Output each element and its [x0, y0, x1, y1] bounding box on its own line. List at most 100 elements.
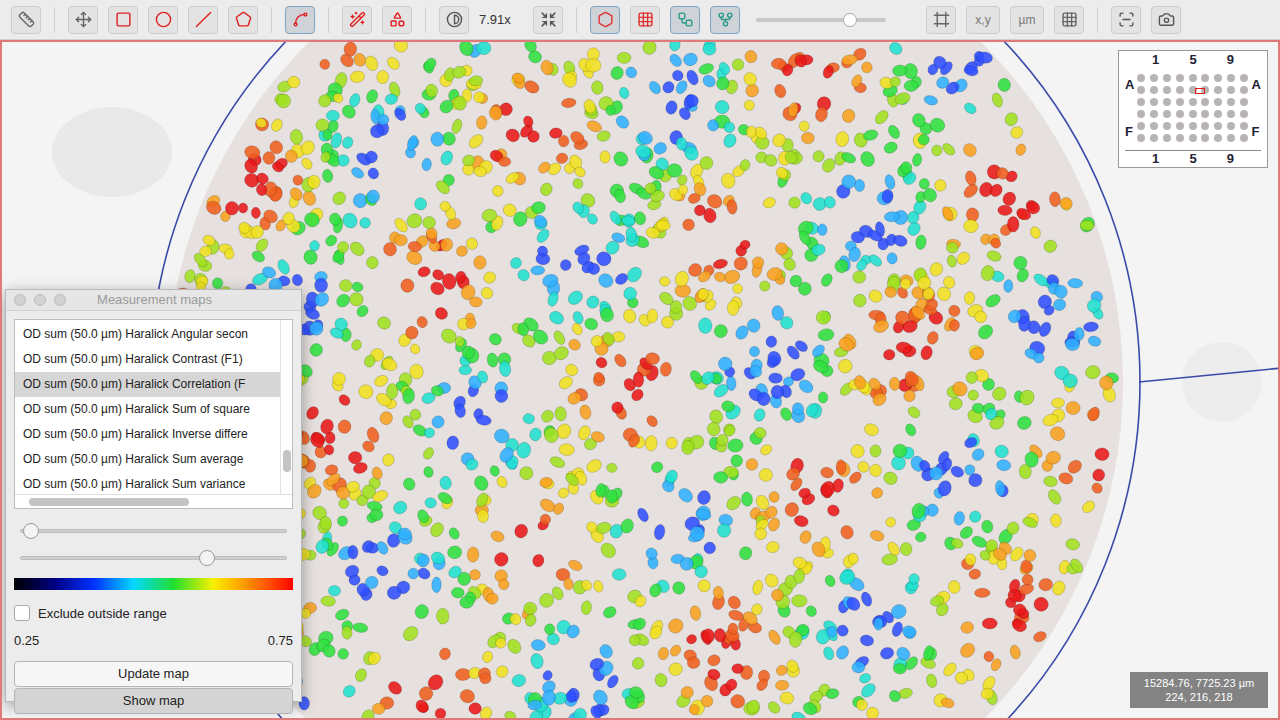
cursor-info: 15284.76, 7725.23 µm224, 216, 218: [1130, 672, 1268, 708]
toolbar-separator: [54, 7, 55, 33]
extra-button[interactable]: [1111, 6, 1141, 34]
tma-core: [1240, 98, 1248, 106]
toolbar-separator: [425, 7, 426, 33]
min-slider[interactable]: [20, 523, 287, 539]
view-button[interactable]: µm: [1010, 6, 1044, 34]
window-title-bar[interactable]: Measurement maps: [6, 290, 301, 311]
overlay-icon: [597, 11, 614, 28]
overview-label: 1: [1152, 53, 1159, 66]
tool-button[interactable]: [108, 6, 138, 34]
tma-core: [1189, 122, 1197, 130]
vertical-scrollbar[interactable]: [280, 320, 292, 494]
tma-core: [1150, 122, 1158, 130]
view-button[interactable]: x,y: [966, 6, 1000, 34]
qupath-app: 7.91xx,yµm159AFAF159Measurement mapsOD s…: [0, 0, 1280, 720]
overlay-toggle-button[interactable]: [590, 6, 620, 34]
tma-core: [1227, 134, 1235, 142]
measurement-item[interactable]: OD sum (50.0 µm) Haralick Inverse differ…: [15, 422, 280, 447]
measurement-maps-window[interactable]: Measurement maps OD sum (50.0 µm) Haralic…: [5, 289, 302, 702]
tma-core: [1176, 134, 1184, 142]
tma-core: [1214, 86, 1222, 94]
tma-core: [1201, 134, 1209, 142]
exclude-checkbox-row[interactable]: Exclude outside range: [14, 604, 293, 624]
brightness-contrast-button[interactable]: [439, 6, 469, 34]
overview-label: A: [1125, 78, 1134, 91]
overview-label: 9: [1227, 152, 1234, 165]
overview-label: A: [1252, 78, 1261, 91]
zoom-fit-button[interactable]: [533, 6, 563, 34]
view-button[interactable]: [926, 6, 956, 34]
tma-core: [1176, 86, 1184, 94]
window-control[interactable]: [14, 294, 26, 306]
tma-core: [1227, 86, 1235, 94]
overlay-toggle-button[interactable]: [710, 6, 740, 34]
overlay-icon: [637, 11, 654, 28]
tool-button[interactable]: [11, 6, 41, 34]
image-viewer[interactable]: 159AFAF159Measurement mapsOD sum (50.0 µ…: [0, 40, 1280, 720]
tool-icon: [18, 11, 35, 28]
max-slider[interactable]: [20, 550, 287, 566]
tma-core: [1176, 122, 1184, 130]
tool-button[interactable]: [148, 6, 178, 34]
tma-core: [1189, 110, 1197, 118]
measurement-item[interactable]: OD sum (50.0 µm) Haralick Angular secon: [15, 322, 280, 347]
overview-label: 5: [1189, 53, 1196, 66]
tma-core: [1137, 86, 1145, 94]
extra-button[interactable]: [1151, 6, 1181, 34]
tma-core: [1227, 122, 1235, 130]
tma-core: [1240, 74, 1248, 82]
tma-core: [1214, 74, 1222, 82]
measurement-item[interactable]: OD sum (50.0 µm) Haralick Sum variance: [15, 472, 280, 494]
overlay-icon: [677, 11, 694, 28]
map-button[interactable]: Show map: [14, 688, 293, 714]
overview-label: 9: [1227, 53, 1234, 66]
map-button[interactable]: Update map: [14, 661, 293, 687]
tool-button[interactable]: [285, 6, 315, 34]
tool-icon: [292, 11, 309, 28]
overlay-toggle-button[interactable]: [630, 6, 660, 34]
tool-button[interactable]: [382, 6, 412, 34]
tma-core: [1227, 110, 1235, 118]
overview-thumbnail[interactable]: 159AFAF159: [1118, 50, 1268, 168]
extra-icon: [1118, 11, 1135, 28]
toolbar: 7.91x x,y µm: [0, 0, 1280, 40]
tool-icon: [115, 11, 132, 28]
overlay-toggle-button[interactable]: [670, 6, 700, 34]
tma-core: [1201, 74, 1209, 82]
tma-core: [1137, 74, 1145, 82]
view-icon: [933, 11, 950, 28]
tool-icon: [389, 11, 406, 28]
measurement-list[interactable]: OD sum (50.0 µm) Haralick Angular seconO…: [14, 319, 293, 509]
horizontal-scrollbar[interactable]: [15, 494, 292, 508]
tma-core: [1163, 110, 1171, 118]
opacity-slider[interactable]: [756, 12, 886, 28]
tma-core: [1214, 98, 1222, 106]
tma-core: [1240, 86, 1248, 94]
tool-button[interactable]: [188, 6, 218, 34]
extra-icon: [1158, 11, 1175, 28]
tool-button[interactable]: [68, 6, 98, 34]
overlay-icon: [717, 11, 734, 28]
tma-core: [1214, 122, 1222, 130]
toolbar-separator: [271, 7, 272, 33]
view-button[interactable]: [1054, 6, 1084, 34]
tma-core: [1176, 74, 1184, 82]
window-control[interactable]: [54, 294, 66, 306]
tool-button[interactable]: [342, 6, 372, 34]
tma-core: [1176, 110, 1184, 118]
window-title: Measurement maps: [66, 290, 293, 310]
tma-core: [1137, 98, 1145, 106]
tma-core: [1163, 98, 1171, 106]
zoom-label: 7.91x: [479, 10, 523, 30]
measurement-item[interactable]: OD sum (50.0 µm) Haralick Contrast (F1): [15, 347, 280, 372]
measurement-item[interactable]: OD sum (50.0 µm) Haralick Sum of square: [15, 397, 280, 422]
measurement-item[interactable]: OD sum (50.0 µm) Haralick Correlation (F: [15, 372, 280, 397]
measurement-item[interactable]: OD sum (50.0 µm) Haralick Sum average: [15, 447, 280, 472]
contrast-icon: [446, 11, 463, 28]
exclude-checkbox[interactable]: [14, 605, 30, 621]
tma-core: [1150, 134, 1158, 142]
tma-core: [1137, 110, 1145, 118]
tool-button[interactable]: [228, 6, 258, 34]
tma-core: [1214, 110, 1222, 118]
window-control[interactable]: [34, 294, 46, 306]
